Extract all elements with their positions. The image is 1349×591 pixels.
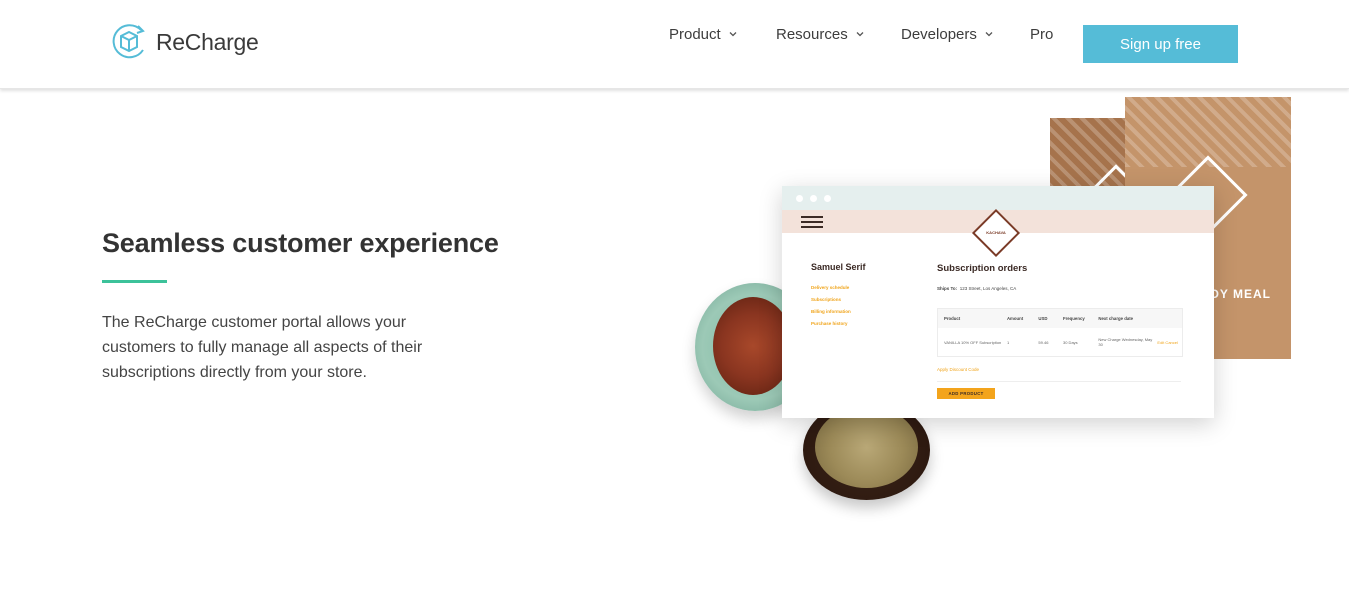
window-dot xyxy=(824,195,831,202)
col-header: Amount xyxy=(1006,316,1024,321)
mock-ships-to: Ships To: 123 Street, Los Angeles, CA xyxy=(937,286,1016,291)
cell-usd: 59.46 xyxy=(1038,339,1049,345)
table-row: VANILLA 10% OFF Subscription 1 59.46 30 … xyxy=(938,328,1182,356)
mock-browser-bar xyxy=(782,186,1214,210)
mock-account-menu: Delivery schedule Subscriptions Billing … xyxy=(811,282,851,330)
mock-divider xyxy=(937,381,1181,382)
nav-developers[interactable]: Developers xyxy=(901,26,993,43)
chevron-down-icon xyxy=(985,32,993,37)
store-logo-text: KACHAVA xyxy=(986,230,1006,235)
chevron-down-icon xyxy=(729,32,737,37)
cell-actions: Edit Cancel xyxy=(1157,339,1178,345)
mock-apply-discount-link: Apply Discount Code xyxy=(937,367,980,372)
cell-product: VANILLA 10% OFF Subscription xyxy=(944,339,1002,345)
nav-pro[interactable]: Pro xyxy=(1030,26,1053,43)
nav-product[interactable]: Product xyxy=(669,26,737,43)
bowl-fill xyxy=(713,297,793,395)
headline-underline xyxy=(102,280,167,283)
mock-add-product-button: ADD PRODUCT xyxy=(937,388,995,399)
ships-to-label: Ships To: xyxy=(937,286,958,291)
chevron-down-icon xyxy=(856,32,864,37)
hero-headline: Seamless customer experience xyxy=(102,228,499,258)
bowl-fill xyxy=(815,406,918,488)
mock-customer-name: Samuel Serif xyxy=(811,262,866,272)
recharge-logo-icon xyxy=(112,24,145,59)
nav-developers-label: Developers xyxy=(901,25,977,43)
cell-amount: 1 xyxy=(1006,339,1010,345)
col-header: USD xyxy=(1038,316,1048,321)
site-header: ReCharge Product Resources Developers Pr… xyxy=(0,0,1349,89)
brand-logo[interactable]: ReCharge xyxy=(110,22,259,62)
nav-pro-label: Pro xyxy=(1030,25,1054,43)
cell-frequency: 30 Days xyxy=(1063,339,1078,345)
mock-menu-item: Subscriptions xyxy=(811,297,842,302)
window-dot xyxy=(810,195,817,202)
mock-menu-item: Purchase history xyxy=(811,321,848,326)
mock-menu-item: Delivery schedule xyxy=(811,285,850,290)
customer-portal-mockup: KACHAVA Samuel Serif Delivery schedule S… xyxy=(782,186,1214,418)
nav-resources[interactable]: Resources xyxy=(776,26,864,43)
col-header: Frequency xyxy=(1063,316,1085,321)
signup-button[interactable]: Sign up free xyxy=(1083,25,1238,63)
window-dot xyxy=(796,195,803,202)
ships-to-value: 123 Street, Los Angeles, CA xyxy=(959,286,1017,291)
mock-subscription-table: Product Amount USD Frequency Next charge… xyxy=(937,308,1183,357)
mock-menu-item: Billing information xyxy=(811,309,851,314)
table-header: Product Amount USD Frequency Next charge… xyxy=(938,309,1182,328)
cell-next-charge: New Charge Wednesday, May 30 xyxy=(1098,337,1153,347)
brand-name: ReCharge xyxy=(156,28,259,55)
hero-body: The ReCharge customer portal allows your… xyxy=(102,314,423,381)
nav-resources-label: Resources xyxy=(776,25,848,43)
nav-product-label: Product xyxy=(669,25,721,43)
col-header: Product xyxy=(944,316,961,321)
col-header: Next charge date xyxy=(1098,316,1134,321)
hamburger-icon xyxy=(801,216,823,228)
mock-page-title: Subscription orders xyxy=(937,263,1028,274)
